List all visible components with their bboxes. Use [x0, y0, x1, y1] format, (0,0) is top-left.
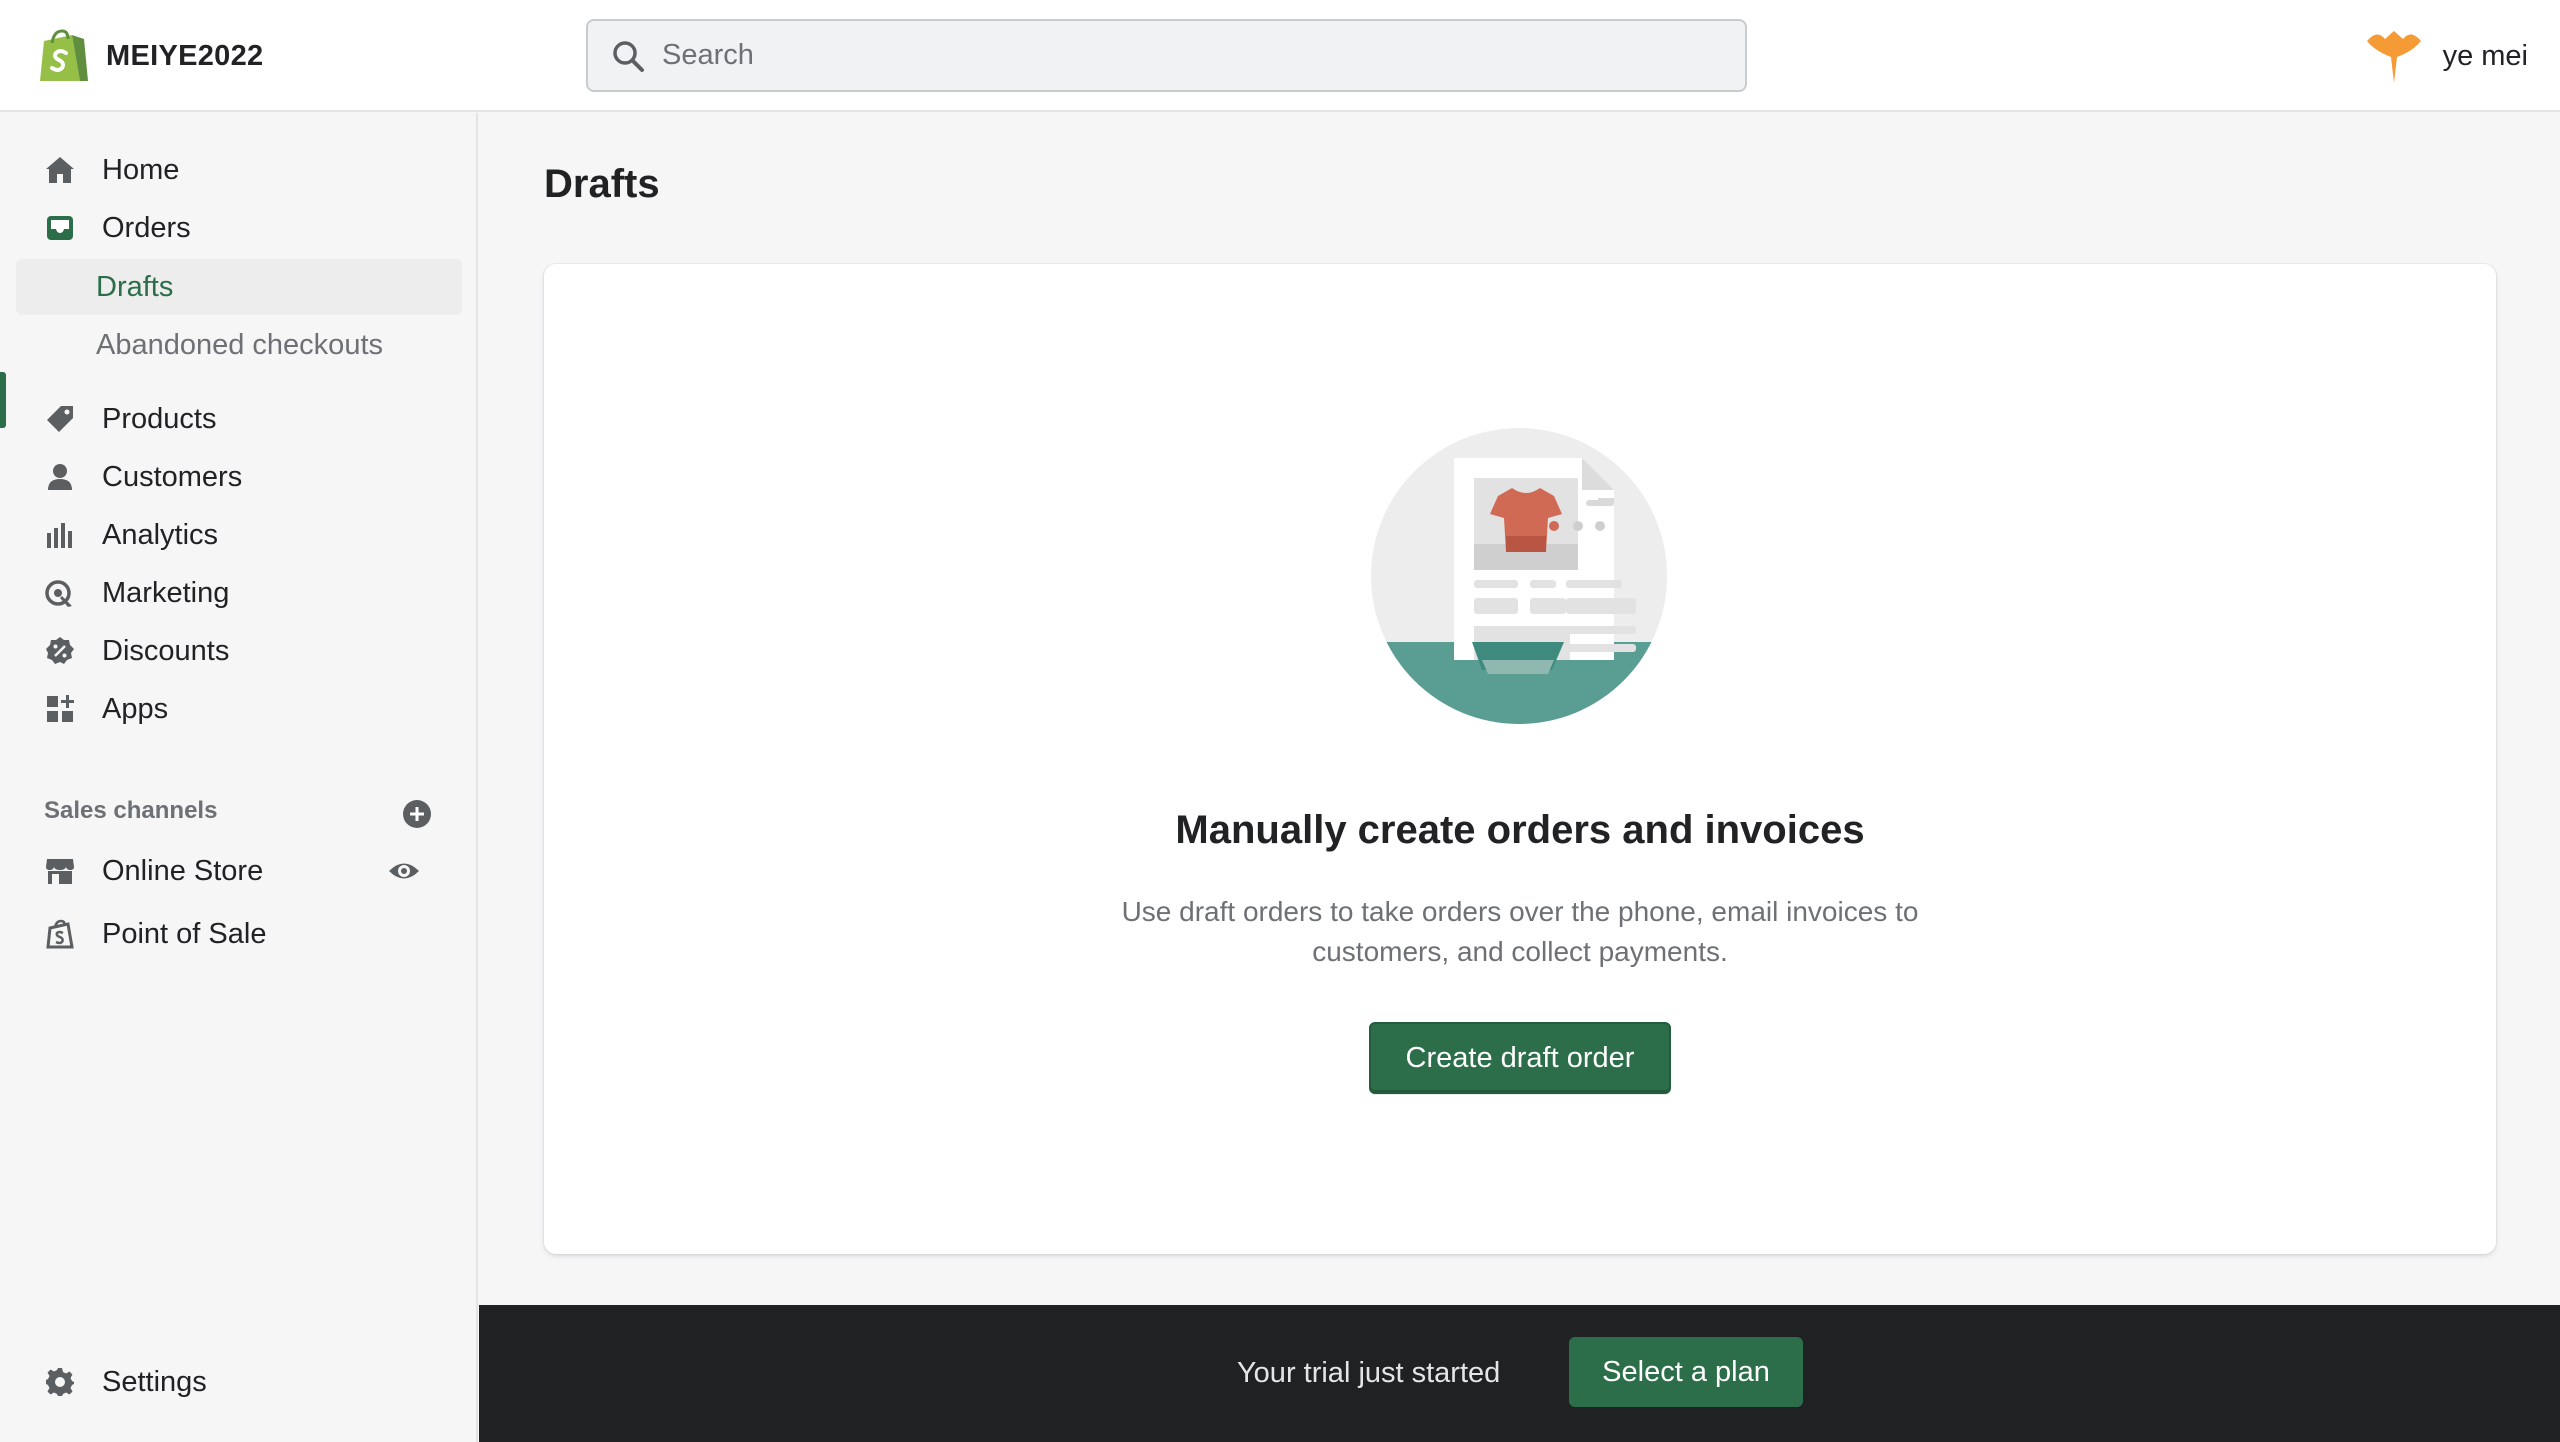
discount-icon — [42, 633, 78, 669]
customer-icon — [42, 459, 78, 495]
empty-state-card: Manually create orders and invoices Use … — [544, 264, 2496, 1254]
sidebar-item-label: Point of Sale — [102, 917, 267, 950]
sidebar-item-label: Settings — [102, 1365, 207, 1398]
analytics-icon — [42, 517, 78, 553]
sidebar-item-discounts[interactable]: Discounts — [16, 623, 462, 679]
empty-state-description: Use draft orders to take orders over the… — [1121, 896, 1919, 967]
sidebar-item-point-of-sale[interactable]: Point of Sale — [16, 906, 462, 962]
marketing-icon — [42, 575, 78, 611]
sidebar-item-online-store[interactable]: Online Store — [16, 843, 462, 899]
sidebar-item-label: Drafts — [96, 270, 174, 303]
gear-icon — [42, 1364, 78, 1400]
search-bar[interactable] — [586, 19, 1747, 92]
home-icon — [42, 152, 78, 188]
sidebar-item-drafts[interactable]: Drafts — [16, 259, 462, 315]
empty-state-heading: Manually create orders and invoices — [1175, 808, 1865, 852]
select-plan-button[interactable]: Select a plan — [1569, 1337, 1803, 1407]
sidebar-item-home[interactable]: Home — [16, 142, 462, 198]
sidebar: Home Orders Drafts Abandoned checkouts P… — [0, 113, 478, 1442]
user-menu[interactable]: ye mei — [2363, 24, 2528, 88]
sidebar-item-label: Customers — [102, 460, 243, 493]
user-name: ye mei — [2442, 39, 2528, 72]
trial-banner: Your trial just started Select a plan — [479, 1305, 2560, 1442]
tag-icon — [42, 401, 78, 437]
sidebar-item-label: Apps — [102, 692, 169, 725]
sidebar-item-label: Abandoned checkouts — [96, 328, 383, 361]
sidebar-item-marketing[interactable]: Marketing — [16, 565, 462, 621]
sidebar-item-label: Products — [102, 402, 217, 435]
view-store-eye-icon[interactable] — [386, 853, 422, 889]
add-sales-channel-icon[interactable] — [400, 797, 434, 831]
store-icon — [42, 853, 78, 889]
trial-status-text: Your trial just started — [1237, 1357, 1501, 1389]
orders-icon — [42, 210, 78, 246]
active-indicator — [0, 372, 6, 428]
shopify-logo-icon — [40, 29, 88, 81]
page-title: Drafts — [544, 162, 660, 206]
apps-icon — [42, 691, 78, 727]
sidebar-item-label: Marketing — [102, 576, 230, 609]
avatar — [2366, 31, 2421, 83]
top-bar: MEIYE2022 ye mei — [0, 0, 2560, 112]
sidebar-item-label: Analytics — [102, 518, 219, 551]
sidebar-item-label: Orders — [102, 211, 191, 244]
sidebar-item-apps[interactable]: Apps — [16, 681, 462, 737]
sidebar-item-products[interactable]: Products — [16, 391, 462, 447]
sidebar-item-analytics[interactable]: Analytics — [16, 507, 462, 563]
draft-invoice-illustration-icon — [1371, 428, 1667, 724]
sidebar-item-abandoned-checkouts[interactable]: Abandoned checkouts — [16, 317, 462, 373]
sidebar-item-label: Home — [102, 153, 180, 186]
search-input[interactable] — [662, 39, 1722, 72]
sales-channels-heading: Sales channels — [44, 797, 218, 824]
sidebar-item-customers[interactable]: Customers — [16, 449, 462, 505]
pos-icon — [42, 916, 78, 952]
store-brand[interactable]: MEIYE2022 — [36, 24, 263, 88]
sidebar-item-orders[interactable]: Orders — [16, 200, 462, 256]
store-name: MEIYE2022 — [106, 39, 264, 72]
sidebar-item-label: Discounts — [102, 634, 230, 667]
create-draft-order-button[interactable]: Create draft order — [1369, 1022, 1671, 1094]
search-icon — [613, 40, 644, 72]
sidebar-item-label: Online Store — [102, 854, 264, 887]
sidebar-item-settings[interactable]: Settings — [16, 1354, 462, 1410]
